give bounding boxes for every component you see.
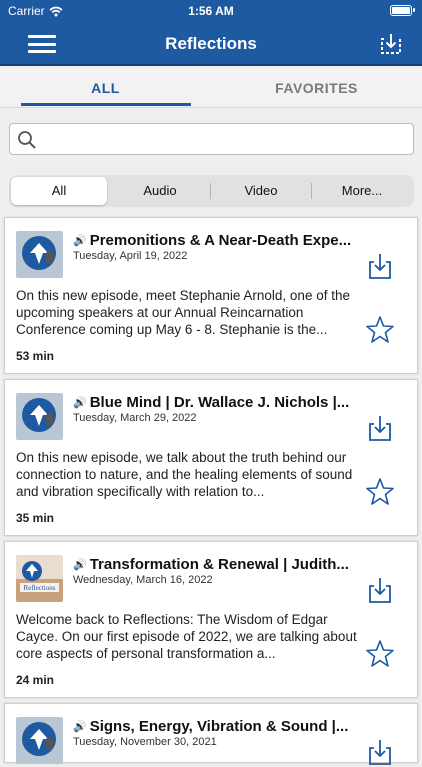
download-icon[interactable]	[367, 737, 393, 767]
episode-thumbnail	[16, 717, 63, 764]
episode-duration: 53 min	[16, 349, 55, 363]
episode-card[interactable]: Reflections 🔊 Transformation & Renewal |…	[4, 541, 418, 698]
audio-icon: 🔊	[73, 235, 87, 247]
nav-bar: Reflections	[0, 22, 422, 66]
page-title: Reflections	[165, 34, 257, 53]
filter-more[interactable]: More...	[313, 177, 411, 205]
tab-favorites[interactable]: FAVORITES	[211, 68, 422, 108]
search-input[interactable]	[44, 128, 404, 152]
episode-date: Tuesday, April 19, 2022	[73, 250, 188, 262]
episode-card[interactable]: 🔊 Signs, Energy, Vibration & Sound |... …	[4, 703, 418, 765]
episode-duration: 24 min	[16, 673, 55, 687]
episode-title: 🔊 Premonitions & A Near-Death Expe...	[73, 232, 363, 249]
filter-all[interactable]: All	[11, 177, 107, 205]
favorite-star-icon[interactable]	[365, 639, 395, 669]
episode-title-text: Signs, Energy, Vibration & Sound |...	[89, 718, 349, 735]
episode-title-text: Blue Mind | Dr. Wallace J. Nichols |...	[89, 394, 350, 411]
episode-date: Tuesday, March 29, 2022	[73, 412, 197, 424]
episode-thumbnail	[16, 393, 63, 440]
status-bar: Carrier 1:56 AM	[0, 0, 422, 22]
download-icon[interactable]	[367, 413, 393, 443]
episode-description: On this new episode, meet Stephanie Arno…	[16, 288, 350, 337]
filter-divider	[311, 183, 312, 199]
download-icon[interactable]	[367, 251, 393, 281]
favorite-star-icon[interactable]	[365, 477, 395, 507]
search-bar[interactable]	[9, 123, 414, 155]
download-icon[interactable]	[367, 575, 393, 605]
svg-text:Reflections: Reflections	[24, 584, 56, 592]
active-tab-indicator	[21, 103, 191, 106]
episode-title-text: Premonitions & A Near-Death Expe...	[89, 232, 352, 249]
episode-title: 🔊 Blue Mind | Dr. Wallace J. Nichols |..…	[73, 394, 363, 411]
favorite-star-icon[interactable]	[365, 315, 395, 345]
episode-title-text: Transformation & Renewal | Judith...	[89, 556, 349, 573]
audio-icon: 🔊	[73, 721, 87, 733]
filter-divider	[210, 183, 211, 199]
downloads-icon[interactable]	[378, 31, 404, 57]
episode-thumbnail	[16, 231, 63, 278]
audio-icon: 🔊	[73, 559, 87, 571]
episode-title: 🔊 Transformation & Renewal | Judith...	[73, 556, 363, 573]
status-time: 1:56 AM	[188, 4, 234, 18]
episode-description: Welcome back to Reflections: The Wisdom …	[16, 612, 357, 661]
search-icon	[18, 131, 36, 149]
filter-audio[interactable]: Audio	[111, 177, 209, 205]
episode-duration: 35 min	[16, 511, 55, 525]
episode-description: On this new episode, we talk about the t…	[16, 450, 353, 499]
battery-icon	[390, 5, 415, 16]
episode-card[interactable]: 🔊 Premonitions & A Near-Death Expe... Tu…	[4, 217, 418, 374]
media-filter: All Audio Video More...	[9, 175, 414, 207]
tab-all[interactable]: ALL	[0, 68, 211, 108]
segment-tabs: ALL FAVORITES	[0, 68, 422, 108]
episode-thumbnail: Reflections	[16, 555, 63, 602]
episode-card[interactable]: 🔊 Blue Mind | Dr. Wallace J. Nichols |..…	[4, 379, 418, 536]
episode-date: Wednesday, March 16, 2022	[73, 574, 213, 586]
episode-date: Tuesday, November 30, 2021	[73, 736, 217, 748]
audio-icon: 🔊	[73, 397, 87, 409]
filter-video[interactable]: Video	[212, 177, 310, 205]
episode-title: 🔊 Signs, Energy, Vibration & Sound |...	[73, 718, 363, 735]
